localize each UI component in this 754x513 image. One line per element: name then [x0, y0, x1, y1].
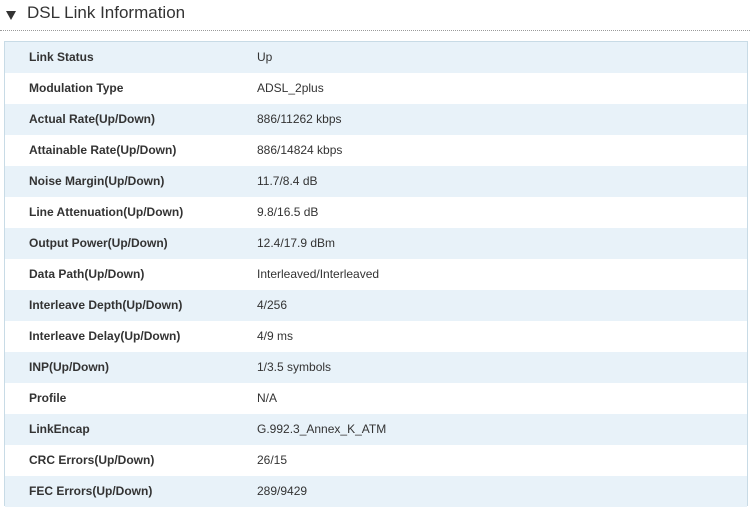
row-value: N/A [257, 391, 278, 405]
row-value: Up [257, 50, 273, 64]
info-row-output-power: Output Power(Up/Down) 12.4/17.9 dBm [5, 228, 747, 259]
row-value: 1/3.5 symbols [257, 360, 332, 374]
row-value: Interleaved/Interleaved [257, 267, 380, 281]
row-value: 11.7/8.4 dB [257, 174, 318, 188]
info-row-fec-errors: FEC Errors(Up/Down) 289/9429 [5, 476, 747, 507]
info-row-link-encap: LinkEncap G.992.3_Annex_K_ATM [5, 414, 747, 445]
row-label: Data Path(Up/Down) [29, 267, 145, 281]
row-label: Profile [29, 391, 67, 405]
row-label: LinkEncap [29, 422, 90, 436]
info-row-modulation-type: Modulation Type ADSL_2plus [5, 73, 747, 104]
row-label: Attainable Rate(Up/Down) [29, 143, 177, 157]
row-label: Modulation Type [29, 81, 124, 95]
dsl-link-info-panel: Link Status Up Modulation Type ADSL_2plu… [4, 41, 748, 507]
info-row-profile: Profile N/A [5, 383, 747, 414]
info-row-attainable-rate: Attainable Rate(Up/Down) 886/14824 kbps [5, 135, 747, 166]
section-title: DSL Link Information [27, 3, 186, 22]
row-value: 4/9 ms [257, 329, 294, 343]
row-value: 26/15 [257, 453, 288, 467]
row-label: Noise Margin(Up/Down) [29, 174, 165, 188]
row-label: Link Status [29, 50, 94, 64]
info-row-crc-errors: CRC Errors(Up/Down) 26/15 [5, 445, 747, 476]
row-value: 289/9429 [257, 484, 308, 498]
row-label: Actual Rate(Up/Down) [29, 112, 155, 126]
row-label: Output Power(Up/Down) [29, 236, 168, 250]
info-row-actual-rate: Actual Rate(Up/Down) 886/11262 kbps [5, 104, 747, 135]
row-value: 12.4/17.9 dBm [257, 236, 336, 250]
info-row-noise-margin: Noise Margin(Up/Down) 11.7/8.4 dB [5, 166, 747, 197]
row-label: CRC Errors(Up/Down) [29, 453, 155, 467]
info-row-interleave-depth: Interleave Depth(Up/Down) 4/256 [5, 290, 747, 321]
row-value: G.992.3_Annex_K_ATM [257, 422, 387, 436]
dsl-link-info-header[interactable]: DSL Link Information [0, 0, 750, 31]
row-value: 4/256 [257, 298, 288, 312]
info-row-data-path: Data Path(Up/Down) Interleaved/Interleav… [5, 259, 747, 290]
row-label: Interleave Delay(Up/Down) [29, 329, 181, 343]
row-value: 9.8/16.5 dB [257, 205, 319, 219]
row-label: FEC Errors(Up/Down) [29, 484, 153, 498]
row-label: Line Attenuation(Up/Down) [29, 205, 184, 219]
info-row-interleave-delay: Interleave Delay(Up/Down) 4/9 ms [5, 321, 747, 352]
row-value: ADSL_2plus [257, 81, 324, 95]
row-value: 886/14824 kbps [257, 143, 343, 157]
row-label: Interleave Depth(Up/Down) [29, 298, 183, 312]
row-value: 886/11262 kbps [257, 112, 342, 126]
row-label: INP(Up/Down) [29, 360, 109, 374]
info-row-link-status: Link Status Up [5, 42, 747, 73]
triangle-down-icon[interactable] [6, 11, 16, 20]
info-row-line-attenuation: Line Attenuation(Up/Down) 9.8/16.5 dB [5, 197, 747, 228]
info-row-inp: INP(Up/Down) 1/3.5 symbols [5, 352, 747, 383]
